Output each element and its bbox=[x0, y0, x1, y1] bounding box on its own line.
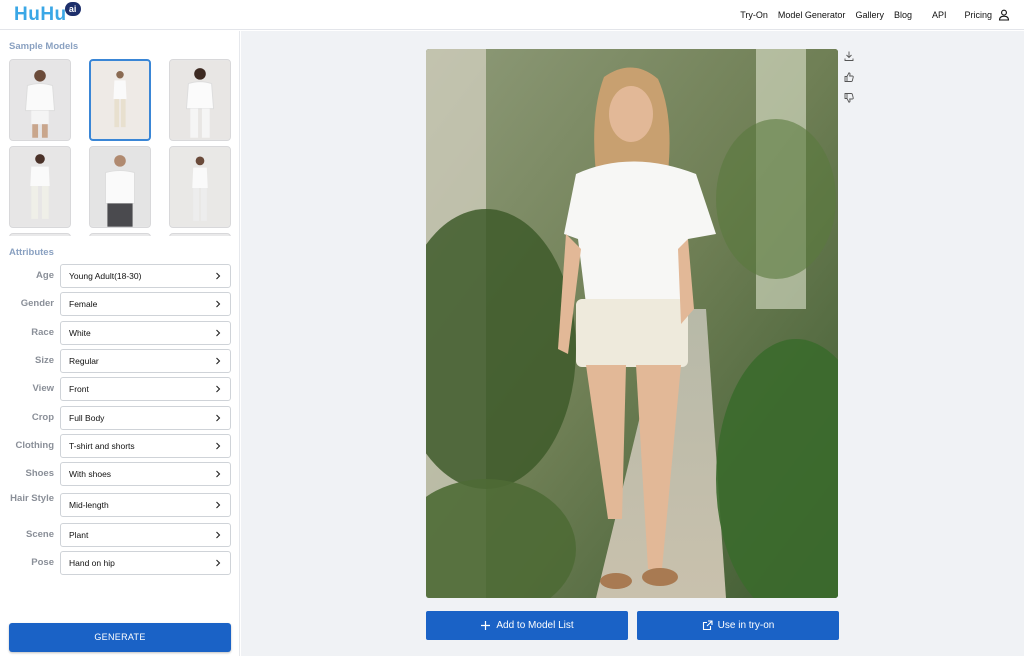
attribute-label: Size bbox=[34, 355, 54, 366]
attribute-value: Female bbox=[69, 299, 98, 309]
attribute-label: Shoes bbox=[25, 468, 54, 479]
nav-blog[interactable]: Blog bbox=[894, 10, 912, 20]
sample-model-thumb[interactable] bbox=[89, 146, 151, 228]
attribute-value: Front bbox=[69, 384, 89, 394]
sample-model-thumb[interactable] bbox=[169, 59, 231, 141]
attribute-value: T-shirt and shorts bbox=[69, 441, 135, 451]
attribute-age: Age Young Adult(18-30) bbox=[0, 264, 240, 288]
attribute-crop: Crop Full Body bbox=[0, 406, 240, 430]
attribute-shoes: Shoes With shoes bbox=[0, 462, 240, 486]
nav-try-on[interactable]: Try-On bbox=[740, 10, 768, 20]
pose-select[interactable]: Hand on hip bbox=[60, 551, 231, 575]
use-in-try-on-label: Use in try-on bbox=[717, 620, 775, 631]
generate-button[interactable]: GENERATE bbox=[9, 623, 231, 652]
share-icon bbox=[702, 620, 713, 631]
chevron-right-icon bbox=[216, 414, 221, 422]
attribute-label: Race bbox=[31, 327, 54, 338]
attribute-hair-style: Hair Style Mid-length bbox=[0, 493, 240, 517]
size-select[interactable]: Regular bbox=[60, 349, 231, 373]
attribute-label: Crop bbox=[31, 412, 54, 423]
attribute-value: White bbox=[69, 328, 91, 338]
view-select[interactable]: Front bbox=[60, 377, 231, 401]
clothing-select[interactable]: T-shirt and shorts bbox=[60, 434, 231, 458]
huhu-logo[interactable]: HuHu ai bbox=[14, 2, 81, 27]
sample-model-thumb[interactable] bbox=[9, 59, 71, 141]
crop-select[interactable]: Full Body bbox=[60, 406, 231, 430]
main-canvas: Add to Model List Use in try-on bbox=[241, 31, 1024, 656]
age-select[interactable]: Young Adult(18-30) bbox=[60, 264, 231, 288]
attribute-value: Mid-length bbox=[69, 500, 109, 510]
attribute-value: Regular bbox=[69, 356, 99, 366]
attribute-label: Hair Style bbox=[10, 493, 54, 504]
attribute-value: Full Body bbox=[69, 413, 105, 423]
sidebar: Sample Models Attributes Age Young Adult… bbox=[0, 31, 240, 656]
attributes-title: Attributes bbox=[9, 247, 54, 258]
sample-model-thumb[interactable] bbox=[89, 233, 151, 236]
attribute-size: Size Regular bbox=[0, 349, 240, 373]
scene-select[interactable]: Plant bbox=[60, 523, 231, 547]
logo-text: HuHu bbox=[14, 4, 67, 25]
top-header: HuHu ai Try-On Model Generator Gallery B… bbox=[0, 0, 1024, 30]
nav-pricing[interactable]: Pricing bbox=[964, 10, 992, 20]
sample-models-grid bbox=[9, 59, 231, 236]
shoes-select[interactable]: With shoes bbox=[60, 462, 231, 486]
chevron-right-icon bbox=[216, 272, 221, 280]
plus-icon bbox=[481, 621, 491, 630]
attribute-label: View bbox=[32, 383, 54, 394]
add-to-model-list-button[interactable]: Add to Model List bbox=[426, 611, 628, 640]
attribute-label: Age bbox=[36, 270, 54, 281]
generated-model-image bbox=[426, 49, 838, 598]
chevron-right-icon bbox=[216, 300, 221, 308]
download-icon[interactable] bbox=[843, 50, 855, 62]
sample-model-thumb[interactable] bbox=[169, 233, 231, 236]
chevron-right-icon bbox=[216, 357, 221, 365]
chevron-right-icon bbox=[216, 329, 221, 337]
gender-select[interactable]: Female bbox=[60, 292, 231, 316]
attribute-view: View Front bbox=[0, 377, 240, 401]
use-in-try-on-button[interactable]: Use in try-on bbox=[637, 611, 839, 640]
sample-models-title: Sample Models bbox=[9, 41, 79, 52]
chevron-right-icon bbox=[216, 559, 221, 567]
attribute-gender: Gender Female bbox=[0, 292, 240, 316]
nav-gallery[interactable]: Gallery bbox=[855, 10, 884, 20]
attribute-value: Young Adult(18-30) bbox=[69, 271, 142, 281]
thumbs-up-icon[interactable] bbox=[843, 71, 855, 83]
sample-model-thumb[interactable] bbox=[9, 146, 71, 228]
attribute-label: Scene bbox=[26, 529, 54, 540]
thumbs-down-icon[interactable] bbox=[843, 92, 855, 104]
image-action-icons bbox=[843, 50, 855, 113]
add-to-model-list-label: Add to Model List bbox=[496, 620, 574, 631]
chevron-right-icon bbox=[216, 442, 221, 450]
hair-style-select[interactable]: Mid-length bbox=[60, 493, 231, 517]
attribute-value: Plant bbox=[69, 530, 89, 540]
nav-api[interactable]: API bbox=[932, 10, 947, 20]
chevron-right-icon bbox=[216, 385, 221, 393]
attribute-clothing: Clothing T-shirt and shorts bbox=[0, 434, 240, 458]
attribute-label: Gender bbox=[20, 298, 54, 309]
race-select[interactable]: White bbox=[60, 321, 231, 345]
chevron-right-icon bbox=[216, 501, 221, 509]
attribute-value: Hand on hip bbox=[69, 558, 115, 568]
attribute-label: Clothing bbox=[15, 440, 54, 451]
sample-model-thumb[interactable] bbox=[169, 146, 231, 228]
user-icon[interactable] bbox=[998, 9, 1010, 21]
attribute-pose: Pose Hand on hip bbox=[0, 551, 240, 575]
main-nav: Try-On Model Generator Gallery Blog API … bbox=[730, 0, 1010, 30]
sample-model-thumb-selected[interactable] bbox=[89, 59, 151, 141]
attribute-race: Race White bbox=[0, 321, 240, 345]
attribute-label: Pose bbox=[31, 557, 54, 568]
chevron-right-icon bbox=[216, 531, 221, 539]
sample-model-thumb[interactable] bbox=[9, 233, 71, 236]
attribute-scene: Scene Plant bbox=[0, 523, 240, 547]
chevron-right-icon bbox=[216, 470, 221, 478]
attribute-value: With shoes bbox=[69, 469, 112, 479]
logo-badge: ai bbox=[64, 2, 81, 16]
nav-model-generator[interactable]: Model Generator bbox=[778, 10, 846, 20]
